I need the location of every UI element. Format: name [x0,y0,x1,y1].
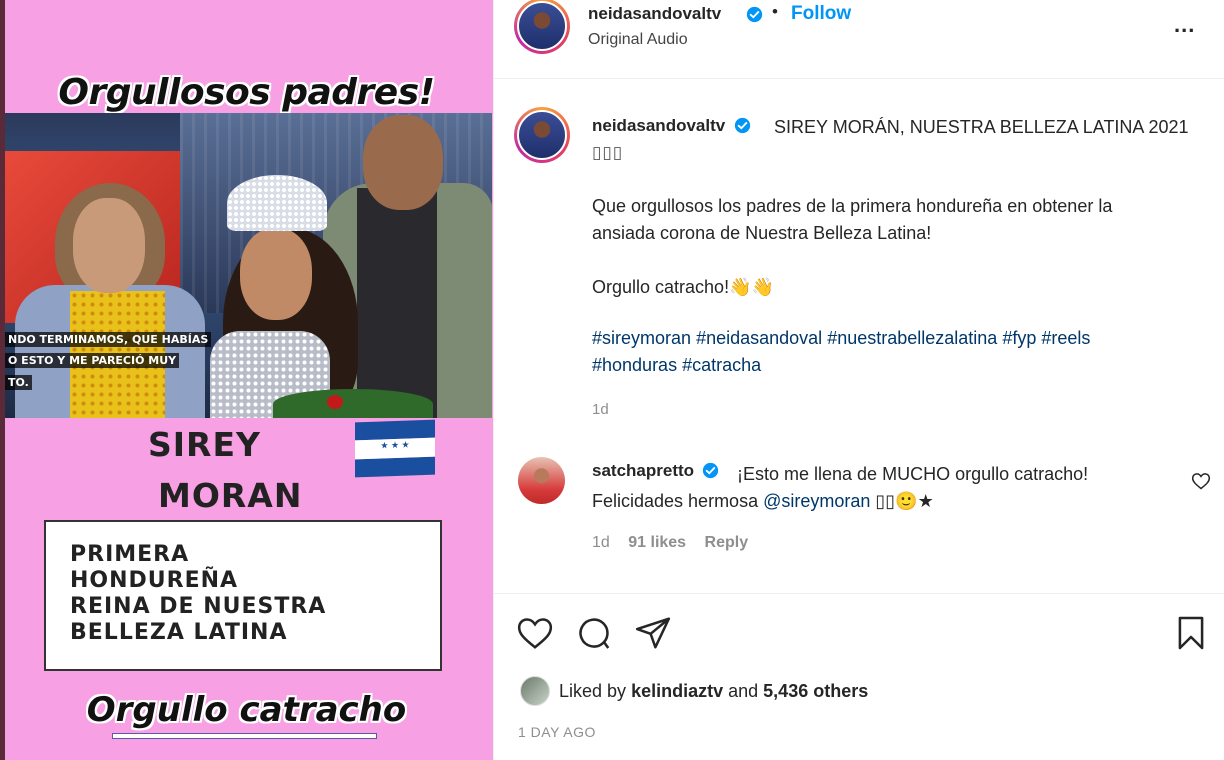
post-header: neidasandovaltv • Follow Original Audio … [494,0,1224,79]
liked-by-prefix: Liked by [559,681,627,701]
flag-stars: ★ ★ ★ [380,439,410,451]
action-bar: Liked by kelindiaztv and 5,436 others 1 … [494,593,1224,760]
comment-text: ¡Esto me llena de MUCHO orgullo catracho… [592,461,1172,515]
post-body: neidasandovaltv SIREY MORÁN, NUESTRA BEL… [494,80,1224,592]
follow-button[interactable]: Follow [791,3,851,25]
author-avatar[interactable] [514,0,570,54]
original-audio-link[interactable]: Original Audio [588,31,688,49]
post-details-panel: neidasandovaltv • Follow Original Audio … [493,0,1224,760]
comment-likes[interactable]: 91 likes [628,534,686,551]
post-timestamp: 1 DAY AGO [518,724,596,740]
caption-username[interactable]: neidasandovaltv [592,116,725,135]
comment-meta: 1d 91 likes Reply [592,534,762,552]
title-box-line-2: HONDUREÑA [70,568,239,593]
separator-dot: • [772,2,778,21]
commenter-avatar[interactable] [518,457,565,504]
video-frame: NDO TERMINAMOS, QUE HABÍAS O ESTO Y ME P… [5,113,492,418]
comment-emoji: ▯▯🙂★ [875,491,934,511]
subtitle-line-3: TO. [5,375,32,390]
liked-by-others-link[interactable]: 5,436 others [763,681,868,701]
title-box: PRIMERA HONDUREÑA REINA DE NUESTRA BELLE… [44,520,442,671]
crown [227,175,327,231]
subtitle-line-1: NDO TERMINAMOS, QUE HABÍAS [5,332,212,347]
name-line-1: SIREY [148,425,261,464]
video-title-bottom: Orgullo catracho [86,690,407,730]
hashtag-link[interactable]: #honduras [592,355,677,375]
share-paper-plane-icon[interactable] [634,614,672,652]
verified-badge-icon [746,6,763,23]
liked-by-user-link[interactable]: kelindiaztv [631,681,723,701]
comment-like-heart-icon[interactable] [1191,471,1211,491]
hashtag-link[interactable]: #catracha [682,355,761,375]
father-shirt [357,188,437,418]
like-heart-icon[interactable] [516,614,554,652]
caption-emoji: ▯▯▯ [592,143,624,162]
caption-author-avatar[interactable] [514,107,570,163]
comment-text-part-1: ¡Esto me llena de MUCHO orgullo catracho… [737,464,1089,484]
caption-paragraph-1: Que orgullosos los padres de la primera … [592,193,1112,247]
mother-face [73,198,145,293]
caption-paragraph-1-line-1: Que orgullosos los padres de la primera … [592,196,1113,216]
liked-by-summary: Liked by kelindiaztv and 5,436 others [559,681,868,702]
liked-by-and: and [728,681,759,701]
flower-bouquet [273,389,433,418]
title-underline [112,733,377,739]
caption-paragraph-1-line-2: ansiada corona de Nuestra Belleza Latina… [592,223,932,243]
comment-mention-link[interactable]: @sireymoran [763,491,870,511]
title-box-line-1: PRIMERA [70,542,190,567]
hashtag-link[interactable]: #reels [1041,328,1090,348]
liker-avatar[interactable] [520,676,550,706]
title-box-line-3: REINA DE NUESTRA [70,594,327,619]
queen-face [240,228,312,320]
subtitle-line-2: O ESTO Y ME PARECIÓ MUY [5,353,180,368]
comment-age: 1d [592,534,610,551]
caption-title: SIREY MORÁN, NUESTRA BELLEZA LATINA 2021 [774,117,1189,137]
name-line-2: MORAN [158,476,303,515]
title-box-line-4: BELLEZA LATINA [70,620,288,645]
hashtag-link[interactable]: #fyp [1002,328,1036,348]
verified-badge-icon [734,117,750,134]
comment-bubble-icon[interactable] [575,614,613,652]
reel-video[interactable]: Orgullosos padres! NDO TERMINAMOS, QUE H… [0,0,493,760]
author-username[interactable]: neidasandovaltv [588,4,721,24]
comment-text-part-2: Felicidades hermosa [592,491,759,511]
video-title-top: Orgullosos padres! [58,72,435,113]
honduras-flag-icon: ★ ★ ★ [355,419,435,478]
more-options-icon[interactable]: ... [1174,12,1195,38]
caption-paragraph-2: Orgullo catracho!👋👋 [592,277,774,297]
hashtags: #sireymoran #neidasandoval #nuestrabelle… [592,325,1192,379]
reply-button[interactable]: Reply [705,534,749,551]
father-face [363,115,443,210]
hashtag-link[interactable]: #sireymoran [592,328,691,348]
save-bookmark-icon[interactable] [1172,614,1210,652]
rose [327,395,343,409]
hashtag-link[interactable]: #nuestrabellezalatina [827,328,997,348]
hashtag-link[interactable]: #neidasandoval [696,328,822,348]
caption-age: 1d [592,401,609,418]
caption-author: neidasandovaltv [592,116,751,136]
